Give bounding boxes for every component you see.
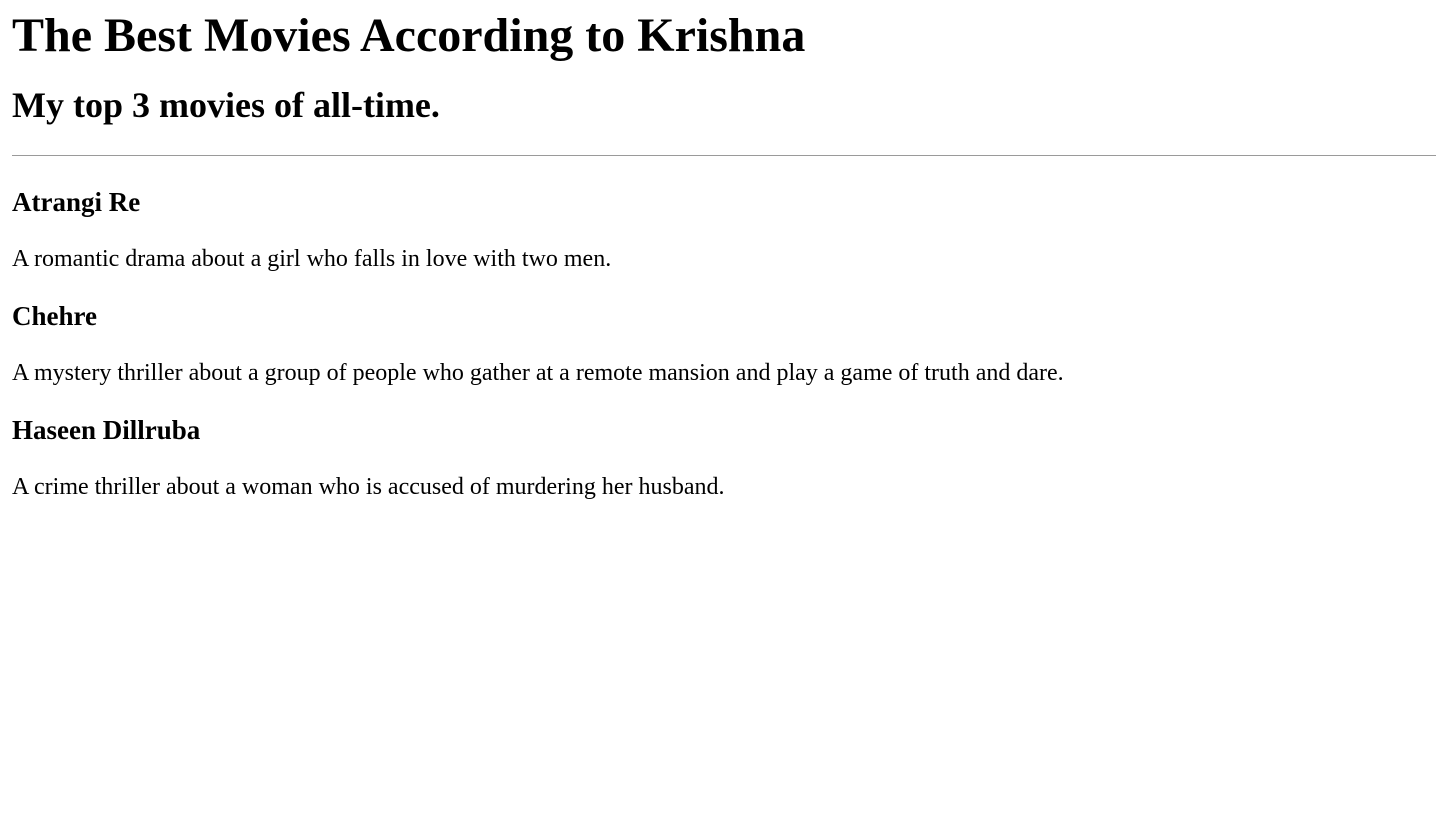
movie-item: Chehre A mystery thriller about a group … bbox=[12, 273, 1436, 387]
movie-title: Haseen Dillruba bbox=[12, 415, 201, 445]
movie-item: Atrangi Re A romantic drama about a girl… bbox=[12, 156, 1436, 273]
page-subtitle: My top 3 movies of all-time. bbox=[12, 85, 440, 125]
movie-description: A mystery thriller about a group of peop… bbox=[12, 360, 1064, 386]
movie-item: Haseen Dillruba A crime thriller about a… bbox=[12, 387, 1436, 501]
movie-description: A crime thriller about a woman who is ac… bbox=[12, 474, 725, 500]
movie-title: Chehre bbox=[12, 301, 97, 331]
movie-description: A romantic drama about a girl who falls … bbox=[12, 246, 612, 272]
movie-title: Atrangi Re bbox=[12, 187, 141, 217]
page-title: The Best Movies According to Krishna bbox=[12, 9, 806, 62]
